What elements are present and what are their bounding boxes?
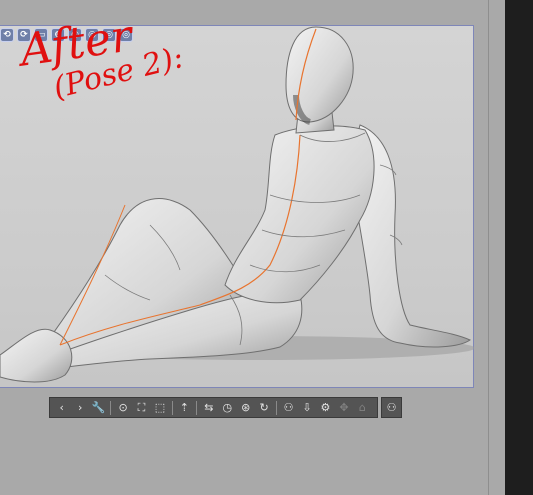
ground-icon[interactable]: ⬚: [152, 400, 167, 416]
move-icon[interactable]: ✥: [336, 400, 351, 416]
prev-arrow-icon[interactable]: ‹: [54, 400, 69, 416]
next-arrow-icon[interactable]: ›: [72, 400, 87, 416]
side-panel: [505, 0, 533, 495]
wrench-icon[interactable]: 🔧: [91, 400, 106, 416]
lock-icon[interactable]: ⌂: [355, 400, 370, 416]
pose-figures-icon[interactable]: ⚇: [281, 400, 296, 416]
import-pose-icon[interactable]: ⇩: [299, 400, 314, 416]
figure-up-icon[interactable]: ⇡: [177, 400, 192, 416]
camera-icon[interactable]: ⊙: [115, 400, 130, 416]
fit-view-icon[interactable]: ⛶: [134, 400, 149, 416]
toolbar-separator: [275, 400, 277, 415]
character-settings-button[interactable]: ⚇: [381, 397, 402, 418]
reset-pose-icon[interactable]: ◷: [220, 400, 235, 416]
zoom-joint-icon[interactable]: ⊛: [238, 400, 253, 416]
pose-editor-workspace: ⟲ ⟳ ▭ ⊕ ◎ ◎ ◎ ◎ After (Pose 2): ‹ › 🔧 ⊙ …: [0, 0, 533, 495]
toolbar-separator: [110, 400, 112, 415]
toolbar-separator: [171, 400, 173, 415]
toolbar-separator: [196, 400, 198, 415]
object-launcher-toolbar: ‹ › 🔧 ⊙ ⛶ ⬚ ⇡ ⇆ ◷ ⊛ ↻ ⚇ ⇩ ⚙ ✥ ⌂: [49, 397, 378, 418]
panel-divider: [488, 0, 489, 495]
flip-icon[interactable]: ⇆: [201, 400, 216, 416]
rotate-joint-icon[interactable]: ↻: [256, 400, 271, 416]
gear-icon[interactable]: ⚙: [318, 400, 333, 416]
undo-view-icon[interactable]: ⟲: [0, 28, 14, 42]
